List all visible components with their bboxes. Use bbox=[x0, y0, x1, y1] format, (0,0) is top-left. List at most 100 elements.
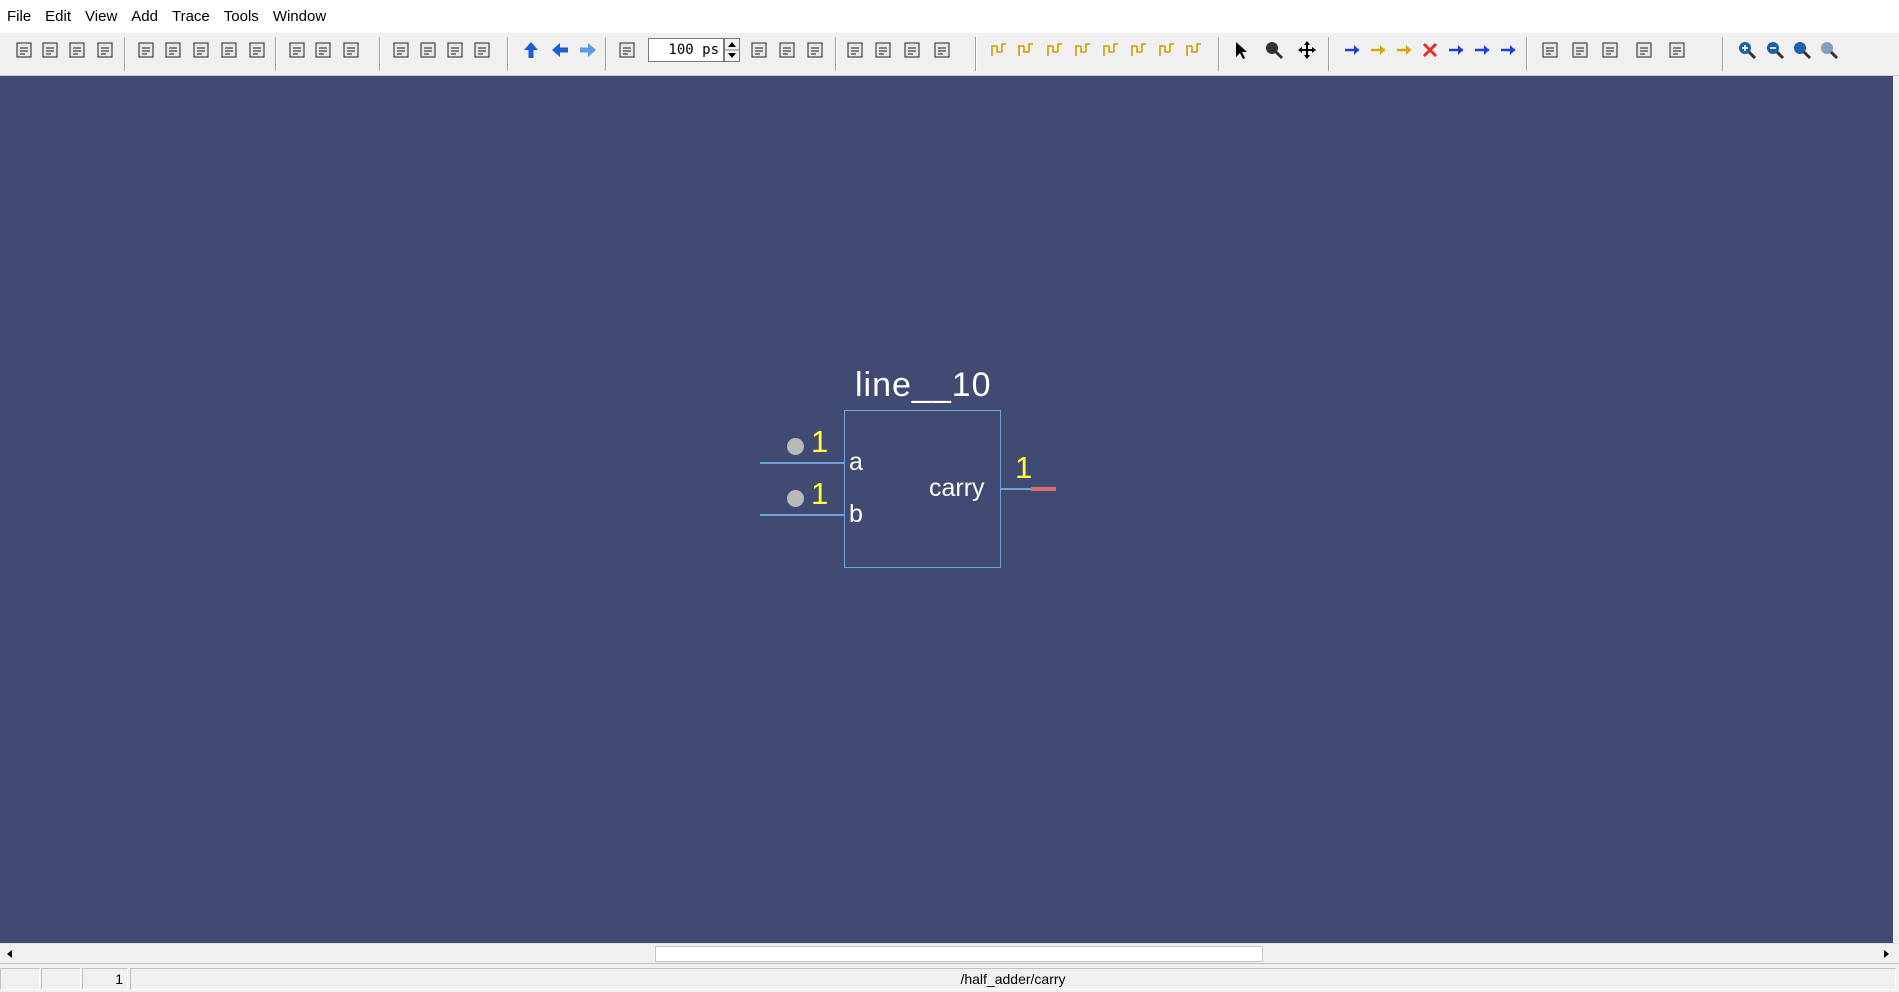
undo-button[interactable] bbox=[217, 38, 241, 62]
toolbar-separator bbox=[1722, 37, 1724, 71]
step-button[interactable] bbox=[615, 38, 639, 62]
cut-button[interactable] bbox=[134, 38, 158, 62]
step-in-button[interactable] bbox=[747, 38, 771, 62]
zoom-in-button[interactable] bbox=[1735, 38, 1759, 62]
redo-button[interactable] bbox=[245, 38, 269, 62]
signal-prev-icon bbox=[1371, 45, 1385, 55]
back-button[interactable] bbox=[548, 38, 572, 62]
save-button[interactable] bbox=[65, 38, 89, 62]
zoom-out-icon bbox=[1767, 42, 1785, 60]
open-icon bbox=[42, 42, 58, 58]
continue-button[interactable] bbox=[843, 38, 867, 62]
signal-out-button[interactable] bbox=[1496, 38, 1520, 62]
arrow-right-icon bbox=[1884, 950, 1889, 958]
edit-2-icon bbox=[1572, 42, 1588, 58]
status-value: 1 bbox=[82, 968, 128, 990]
run-button[interactable] bbox=[443, 38, 467, 62]
chip-button[interactable] bbox=[1665, 38, 1689, 62]
app-window: File Edit View Add Trace Tools Window 10… bbox=[0, 0, 1899, 992]
print-button[interactable] bbox=[93, 38, 117, 62]
zoom-fit-button[interactable] bbox=[1817, 38, 1841, 62]
time-step-input[interactable]: 100 ps bbox=[648, 38, 724, 62]
new-button[interactable] bbox=[12, 38, 36, 62]
signal-both-button[interactable] bbox=[1470, 38, 1494, 62]
port-label-carry: carry bbox=[929, 474, 985, 502]
signal-prev-button[interactable] bbox=[1366, 38, 1390, 62]
menu-view[interactable]: View bbox=[78, 0, 124, 33]
trace-2-button[interactable] bbox=[1014, 38, 1038, 62]
trace-3-button[interactable] bbox=[1043, 38, 1067, 62]
menu-file[interactable]: File bbox=[0, 0, 38, 33]
toolbar-separator bbox=[507, 37, 509, 71]
menu-tools[interactable]: Tools bbox=[217, 0, 266, 33]
zoom-out-button[interactable] bbox=[1763, 38, 1787, 62]
menu-add[interactable]: Add bbox=[124, 0, 165, 33]
step-icon bbox=[619, 42, 635, 58]
edit-1-button[interactable] bbox=[1538, 38, 1562, 62]
run-all-icon bbox=[420, 42, 436, 58]
cut-icon bbox=[138, 42, 154, 58]
run-all-button[interactable] bbox=[416, 38, 440, 62]
stop-button[interactable] bbox=[470, 38, 494, 62]
chip-icon bbox=[1669, 42, 1685, 58]
edit-2-button[interactable] bbox=[1568, 38, 1592, 62]
signal-next-button[interactable] bbox=[1392, 38, 1416, 62]
driver-button[interactable] bbox=[1632, 38, 1656, 62]
continue-icon bbox=[847, 42, 863, 58]
wave-button[interactable] bbox=[900, 38, 924, 62]
trace-6-button[interactable] bbox=[1127, 38, 1151, 62]
driver-dot-a bbox=[787, 438, 804, 455]
paste-icon bbox=[193, 42, 209, 58]
menu-bar: File Edit View Add Trace Tools Window bbox=[0, 0, 1899, 33]
goto-button[interactable] bbox=[339, 38, 363, 62]
toolbar-separator bbox=[835, 37, 837, 71]
time-step-spinner[interactable] bbox=[724, 38, 740, 62]
restart-button[interactable] bbox=[389, 38, 413, 62]
trace-1-button[interactable] bbox=[987, 38, 1011, 62]
signal-delete-button[interactable] bbox=[1418, 38, 1442, 62]
find-replace-button[interactable] bbox=[311, 38, 335, 62]
toolbar-separator bbox=[379, 37, 381, 71]
vertical-scrollbar[interactable] bbox=[1893, 76, 1899, 943]
step-over-button[interactable] bbox=[775, 38, 799, 62]
find-button[interactable] bbox=[285, 38, 309, 62]
pan-icon bbox=[1298, 41, 1316, 59]
carry-active-segment[interactable] bbox=[1031, 487, 1056, 491]
break-button[interactable] bbox=[871, 38, 895, 62]
wire-a[interactable] bbox=[760, 462, 845, 464]
trace-8-button[interactable] bbox=[1182, 38, 1206, 62]
signal-in-button[interactable] bbox=[1444, 38, 1468, 62]
status-cell-2 bbox=[41, 968, 81, 990]
copy-button[interactable] bbox=[161, 38, 185, 62]
menu-trace[interactable]: Trace bbox=[165, 0, 217, 33]
paste-button[interactable] bbox=[189, 38, 213, 62]
scroll-right-button[interactable] bbox=[1876, 944, 1896, 964]
menu-window[interactable]: Window bbox=[266, 0, 333, 33]
up-button[interactable] bbox=[519, 38, 543, 62]
signal-both-icon bbox=[1475, 45, 1489, 55]
open-button[interactable] bbox=[38, 38, 62, 62]
trace-5-button[interactable] bbox=[1099, 38, 1123, 62]
trace-5-icon bbox=[1103, 43, 1118, 56]
scroll-thumb[interactable] bbox=[655, 946, 1263, 962]
wire-carry[interactable] bbox=[1001, 488, 1031, 490]
zoom-region-button[interactable] bbox=[1262, 38, 1286, 62]
wave-alt-button[interactable] bbox=[930, 38, 954, 62]
pan-button[interactable] bbox=[1295, 38, 1319, 62]
edit-3-button[interactable] bbox=[1598, 38, 1622, 62]
forward-button[interactable] bbox=[576, 38, 600, 62]
signal-first-button[interactable] bbox=[1340, 38, 1364, 62]
trace-7-button[interactable] bbox=[1155, 38, 1179, 62]
zoom-in-icon bbox=[1739, 42, 1757, 60]
find-replace-icon bbox=[315, 42, 331, 58]
scroll-left-button[interactable] bbox=[0, 944, 20, 964]
zoom-full-button[interactable] bbox=[1790, 38, 1814, 62]
step-out-button[interactable] bbox=[803, 38, 827, 62]
trace-4-button[interactable] bbox=[1071, 38, 1095, 62]
edit-1-icon bbox=[1542, 42, 1558, 58]
horizontal-scrollbar[interactable] bbox=[0, 943, 1899, 963]
menu-edit[interactable]: Edit bbox=[38, 0, 78, 33]
wire-b[interactable] bbox=[760, 514, 845, 516]
copy-icon bbox=[165, 42, 181, 58]
select-button[interactable] bbox=[1229, 38, 1253, 62]
